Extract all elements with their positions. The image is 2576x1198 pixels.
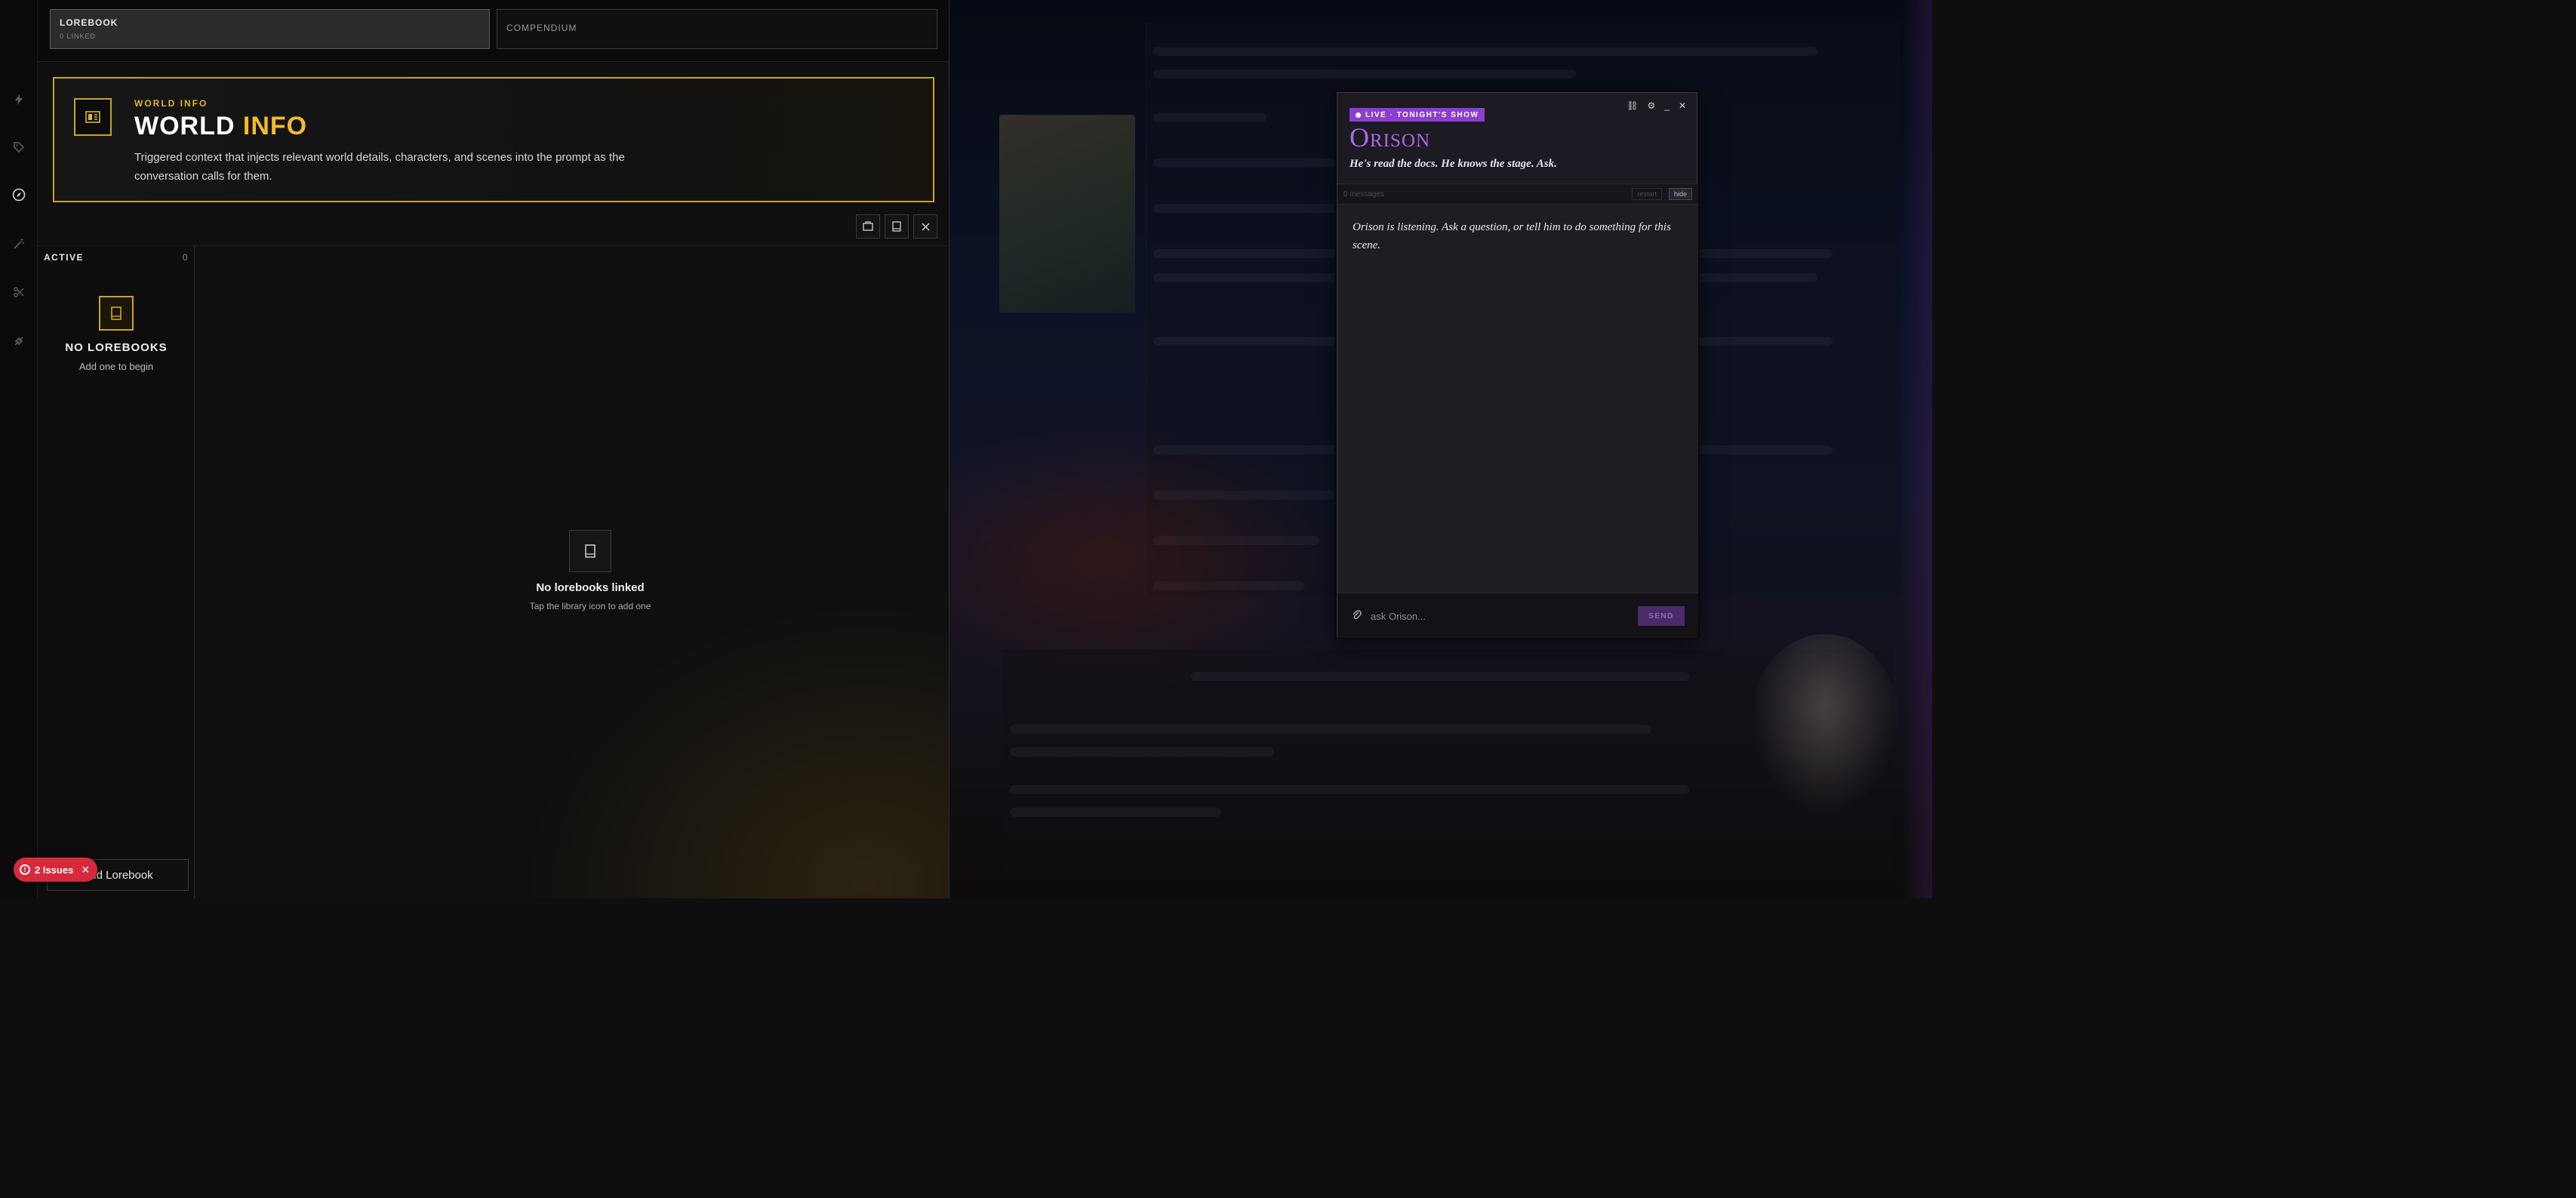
library-icon bbox=[863, 221, 873, 231]
title-main: WORLD bbox=[134, 112, 235, 140]
assistant-tagline: He's read the docs. He knows the stage. … bbox=[1350, 158, 1557, 170]
gear-icon[interactable]: ⚙ bbox=[1647, 100, 1655, 111]
plug-icon[interactable] bbox=[10, 332, 28, 350]
hero-description: Triggered context that injects relevant … bbox=[134, 151, 625, 183]
close-icon bbox=[921, 222, 930, 231]
live-dot bbox=[1356, 112, 1361, 118]
restart-button[interactable]: restart bbox=[1632, 188, 1662, 200]
panel-tabbar: LOREBOOK 0 LINKED COMPENDIUM bbox=[38, 0, 949, 62]
main-empty-title: No lorebooks linked bbox=[536, 581, 645, 594]
tab-label: COMPENDIUM bbox=[506, 23, 577, 33]
message-count: 0 messages bbox=[1343, 190, 1384, 199]
issues-label: 2 Issues bbox=[35, 864, 74, 876]
bolt-icon[interactable] bbox=[10, 91, 28, 109]
live-badge: LIVE · TONIGHT'S SHOW bbox=[1350, 108, 1485, 122]
hero-eyebrow: WORLD INFO bbox=[134, 98, 208, 109]
orison-assistant-widget: ⛓ ⚙ _ ✕ LIVE · TONIGHT'S SHOW Orison He'… bbox=[1337, 92, 1698, 638]
sidebar-header: ACTIVE 0 bbox=[44, 252, 189, 263]
tab-sublabel: 0 LINKED bbox=[60, 32, 97, 40]
tab-label: LOREBOOK bbox=[60, 17, 118, 28]
library-button[interactable] bbox=[856, 214, 880, 239]
tab-compendium[interactable]: COMPENDIUM bbox=[497, 9, 937, 49]
ask-input[interactable] bbox=[1371, 606, 1627, 626]
scissors-icon[interactable] bbox=[10, 283, 28, 301]
close-icon[interactable]: ✕ bbox=[81, 864, 90, 876]
page-title: WORLD INFO bbox=[134, 112, 307, 141]
compass-icon[interactable] bbox=[10, 186, 28, 204]
hide-button[interactable]: hide bbox=[1668, 188, 1692, 200]
live-label: LIVE · TONIGHT'S SHOW bbox=[1365, 110, 1479, 119]
close-icon[interactable]: ✕ bbox=[1679, 100, 1686, 111]
alert-icon: ! bbox=[20, 864, 30, 875]
chat-meta-bar: 0 messages restart hide bbox=[1337, 183, 1698, 205]
world-info-panel: LOREBOOK 0 LINKED COMPENDIUM WORLD INFO … bbox=[38, 0, 949, 898]
wand-icon[interactable] bbox=[10, 235, 28, 253]
icon-rail bbox=[0, 0, 38, 898]
sidebar-empty-title: NO LOREBOOKS bbox=[65, 341, 168, 354]
send-button[interactable]: SEND bbox=[1638, 606, 1685, 626]
sidebar-count: 0 bbox=[182, 252, 189, 263]
book-icon bbox=[569, 530, 611, 572]
chat-composer: SEND bbox=[1337, 593, 1698, 638]
chat-log[interactable]: Orison is listening. Ask a question, or … bbox=[1337, 205, 1698, 593]
minimize-icon[interactable]: _ bbox=[1664, 100, 1670, 111]
book-icon bbox=[74, 98, 112, 136]
active-lorebooks-sidebar: ACTIVE 0 NO LOREBOOKS Add one to begin A… bbox=[38, 246, 195, 898]
main-empty-subtitle: Tap the library icon to add one bbox=[529, 601, 651, 611]
world-info-header-card: WORLD INFO WORLD INFO Triggered context … bbox=[53, 77, 934, 202]
app-window: LOREBOOK 0 LINKED COMPENDIUM WORLD INFO … bbox=[0, 0, 1932, 898]
issues-badge[interactable]: ! 2 Issues ✕ bbox=[14, 858, 98, 882]
pin-icon[interactable]: ⛓ bbox=[1627, 100, 1638, 111]
sidebar-heading: ACTIVE bbox=[44, 252, 85, 263]
tag-icon[interactable] bbox=[10, 138, 28, 156]
assistant-message: Orison is listening. Ask a question, or … bbox=[1353, 221, 1671, 251]
title-accent: INFO bbox=[242, 112, 308, 140]
widget-controls: ⛓ ⚙ _ ✕ bbox=[1627, 100, 1686, 111]
panel-toolbar bbox=[38, 214, 949, 246]
assistant-name: Orison bbox=[1350, 122, 1431, 152]
sidebar-empty-subtitle: Add one to begin bbox=[78, 361, 154, 372]
book-icon bbox=[99, 296, 134, 331]
tab-lorebook[interactable]: LOREBOOK 0 LINKED bbox=[50, 9, 490, 49]
close-button[interactable] bbox=[913, 214, 937, 239]
book-icon bbox=[892, 221, 901, 232]
paperclip-icon[interactable] bbox=[1351, 608, 1362, 624]
book-button[interactable] bbox=[885, 214, 909, 239]
